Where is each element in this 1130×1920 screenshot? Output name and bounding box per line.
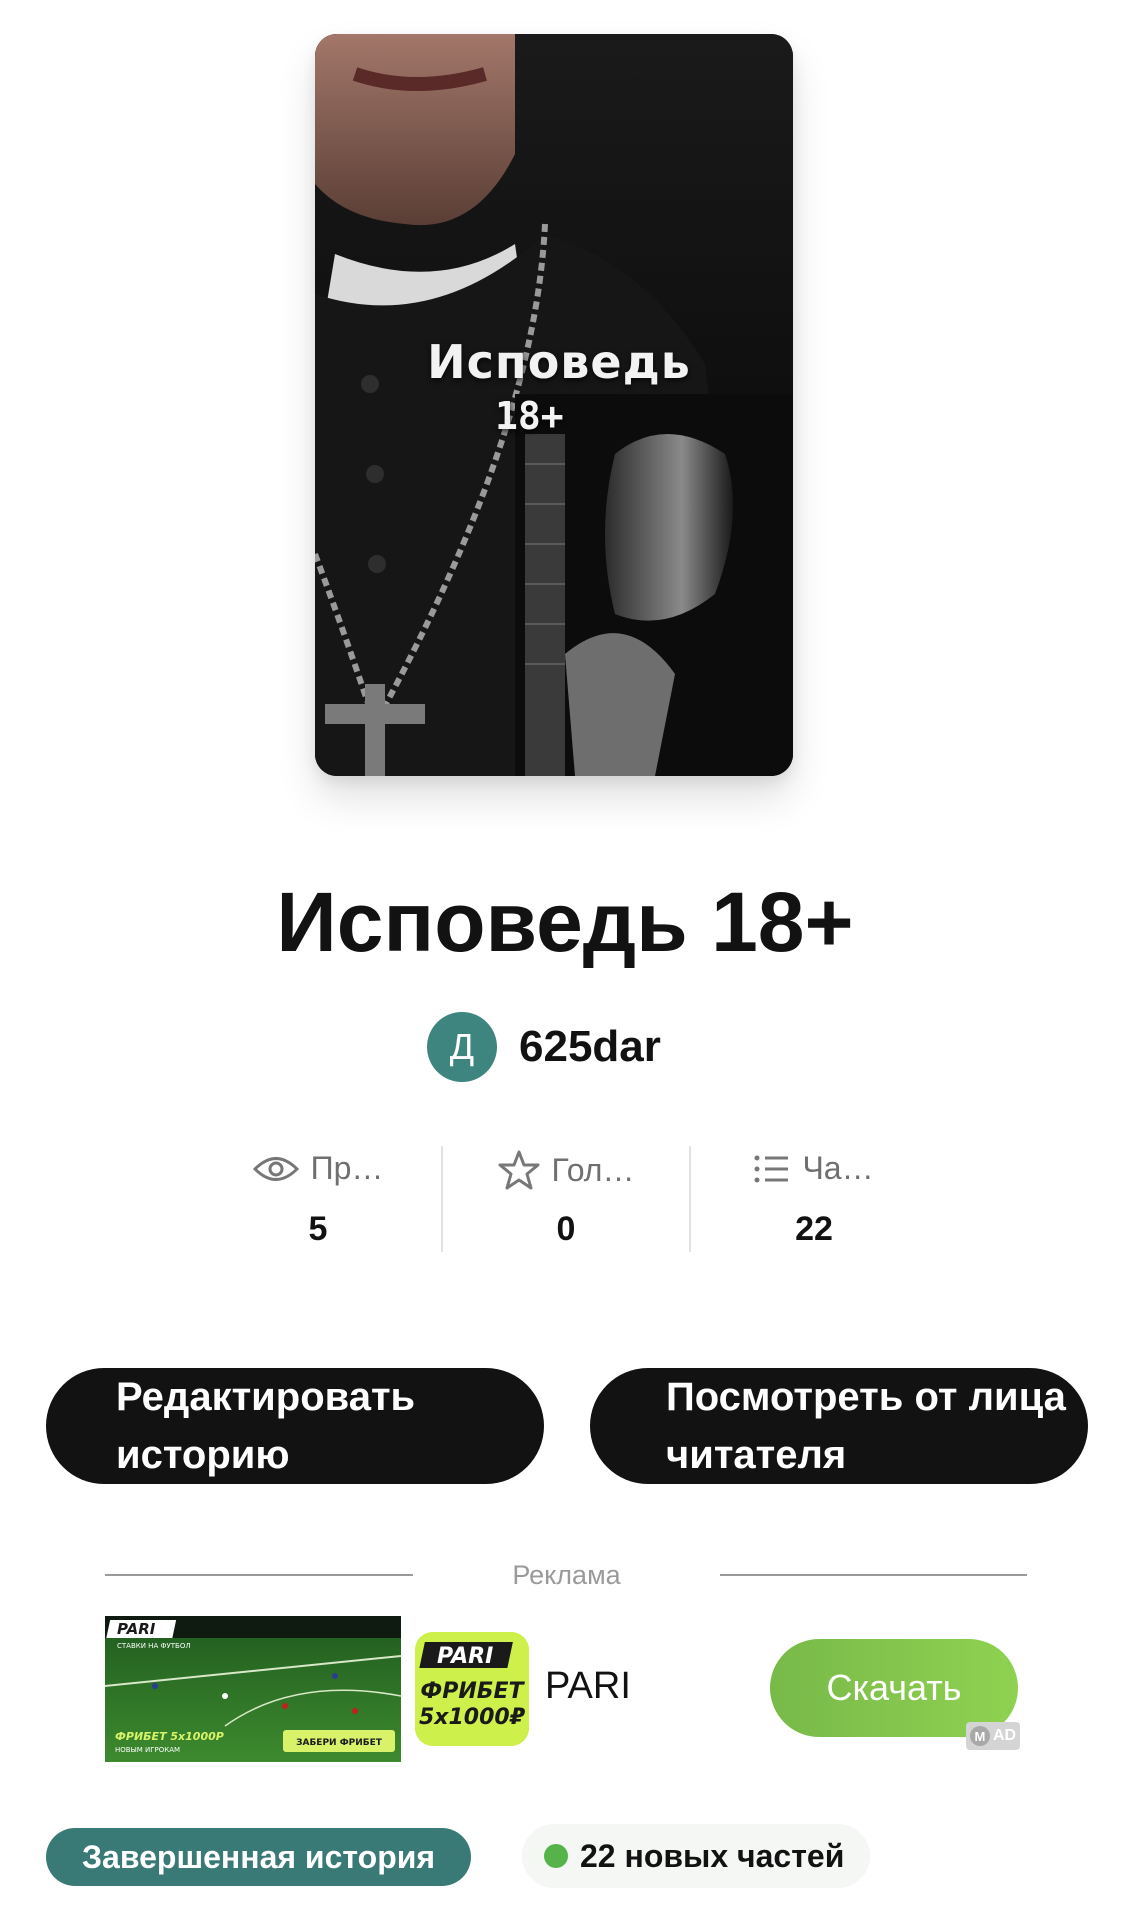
list-icon <box>754 1155 789 1182</box>
stat-reads-label: Пр… <box>310 1150 384 1186</box>
pari-logo-icon: PARI ФРИБЕТ 5x1000₽ <box>415 1632 529 1746</box>
ad-image[interactable]: PARI СТАВКИ НА ФУТБОЛ ФРИБЕТ 5x1000Р НОВ… <box>105 1616 401 1762</box>
stat-reads: Пр… 5 <box>195 1140 441 1252</box>
cover-subtitle-text: 18+ <box>495 394 564 438</box>
stat-votes-label: Гол… <box>551 1151 635 1188</box>
cover-title-text: Исповедь <box>427 335 691 389</box>
new-parts-tag: 22 новых частей <box>522 1824 871 1888</box>
ad-thumb-offer: ФРИБЕТ 5x1000Р <box>115 1730 224 1743</box>
ad-label-row: Реклама <box>105 1560 1027 1590</box>
stat-parts: Ча… 22 <box>691 1140 937 1252</box>
ad-label: Реклама <box>512 1560 621 1590</box>
stat-votes-header: Гол… <box>443 1150 689 1190</box>
avatar: Д <box>427 1012 497 1082</box>
author-link[interactable]: Д 625dar <box>427 1012 661 1082</box>
ad-logo-brand: PARI <box>437 1644 493 1669</box>
edit-story-button[interactable]: Редактировать историю <box>46 1368 544 1484</box>
stat-parts-header: Ча… <box>691 1150 937 1187</box>
book-cover: Исповедь 18+ <box>315 34 793 776</box>
stat-parts-label: Ча… <box>802 1150 874 1186</box>
ad-thumb-brand: PARI <box>117 1620 156 1638</box>
author-name: 625dar <box>519 1022 661 1071</box>
story-stats: Пр… 5 Гол… 0 Ча… 22 <box>195 1140 935 1252</box>
star-icon <box>498 1150 540 1190</box>
ad-logo-line1: ФРИБЕТ <box>420 1679 525 1704</box>
ad-badge-m: M <box>969 1726 990 1746</box>
story-title: Исповедь 18+ <box>276 875 854 969</box>
ad-brand-name: PARI <box>545 1665 631 1707</box>
ad-badge[interactable]: M AD <box>966 1722 1020 1750</box>
ad-app-logo[interactable]: PARI ФРИБЕТ 5x1000₽ <box>415 1632 529 1746</box>
divider <box>720 1574 1027 1576</box>
new-parts-text: 22 новых частей <box>580 1837 845 1874</box>
stat-votes-value: 0 <box>556 1210 576 1248</box>
new-indicator-dot-icon <box>544 1844 568 1868</box>
ad-football-image: PARI СТАВКИ НА ФУТБОЛ ФРИБЕТ 5x1000Р НОВ… <box>105 1616 401 1762</box>
reader-view-button[interactable]: Посмотреть от лица читателя <box>590 1368 1088 1484</box>
stat-reads-header: Пр… <box>195 1150 441 1187</box>
eye-icon <box>252 1156 299 1181</box>
ad-logo-line2: 5x1000₽ <box>419 1705 526 1730</box>
stat-parts-value: 22 <box>795 1210 833 1248</box>
divider <box>105 1574 413 1576</box>
completed-status-tag: Завершенная история <box>46 1828 472 1886</box>
stat-votes: Гол… 0 <box>443 1140 689 1252</box>
ad-badge-text: AD <box>992 1727 1017 1744</box>
stat-reads-value: 5 <box>308 1210 328 1248</box>
ad-thumb-offer-sub: НОВЫМ ИГРОКАМ <box>115 1746 180 1754</box>
ad-thumb-cta: ЗАБЕРИ ФРИБЕТ <box>296 1738 383 1748</box>
ad-thumb-tagline: СТАВКИ НА ФУТБОЛ <box>117 1642 191 1650</box>
